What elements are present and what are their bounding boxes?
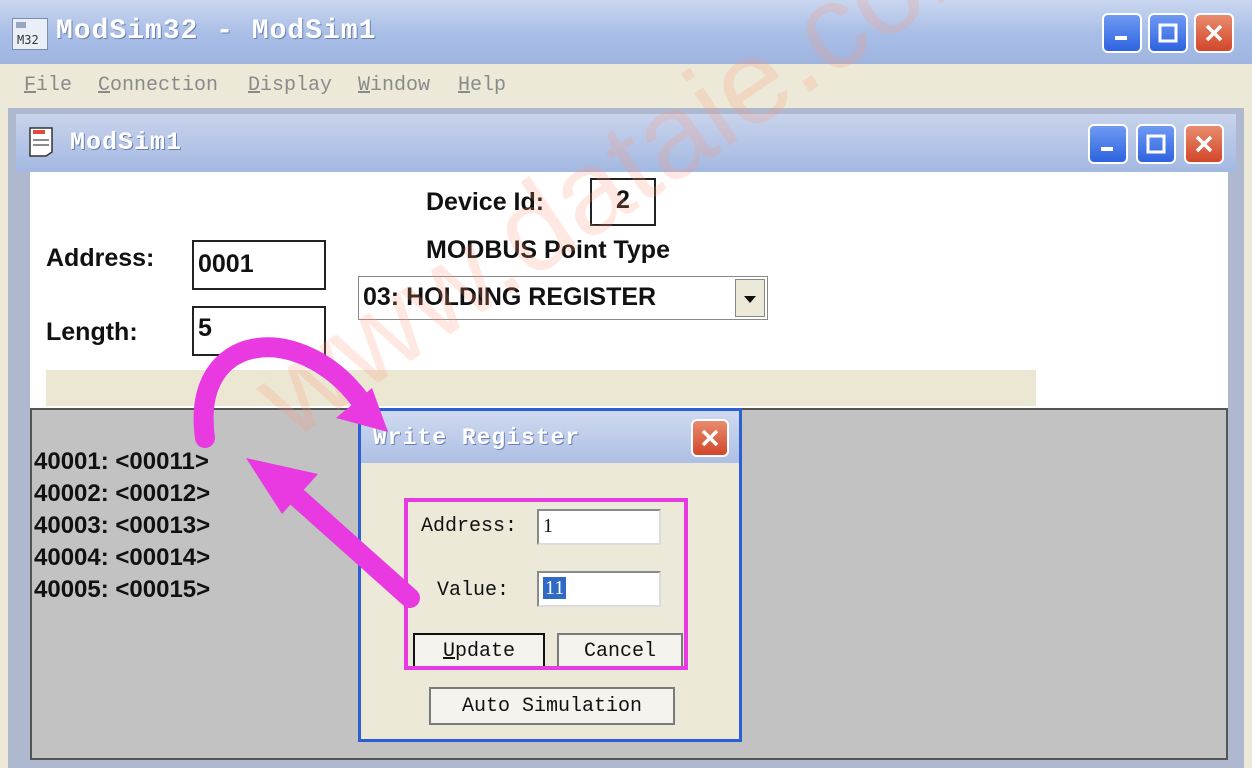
minimize-icon <box>1115 36 1127 40</box>
register-row[interactable]: 40001: <00011> <box>34 448 209 476</box>
minimize-icon <box>1101 147 1113 151</box>
minimize-button[interactable] <box>1102 13 1142 53</box>
app-title-bar[interactable]: M32 ModSim32 - ModSim1 <box>0 0 1252 64</box>
register-row[interactable]: 40005: <00015> <box>34 576 210 604</box>
highlight-box <box>404 498 688 670</box>
close-icon <box>1205 24 1223 42</box>
length-field[interactable]: 5 <box>192 306 326 356</box>
menu-display[interactable]: Display <box>248 74 332 97</box>
chevron-down-icon <box>744 296 756 303</box>
svg-text:M32: M32 <box>17 33 39 47</box>
document-icon <box>28 126 58 163</box>
dropdown-button[interactable] <box>735 279 765 317</box>
child-title-bar[interactable]: ModSim1 <box>16 114 1236 172</box>
menu-window[interactable]: Window <box>358 74 430 97</box>
dialog-title-bar[interactable]: Write Register <box>361 411 739 463</box>
point-type-label: MODBUS Point Type <box>426 236 670 264</box>
app-icon: M32 <box>12 18 48 50</box>
register-row[interactable]: 40003: <00013> <box>34 512 210 540</box>
register-row[interactable]: 40002: <00012> <box>34 480 210 508</box>
device-id-label: Device Id: <box>426 188 545 216</box>
menu-help[interactable]: Help <box>458 74 506 97</box>
close-button[interactable] <box>1194 13 1234 53</box>
point-type-value: 03: HOLDING REGISTER <box>363 283 657 311</box>
child-title: ModSim1 <box>70 128 183 157</box>
menu-file[interactable]: File <box>24 74 72 97</box>
point-type-select[interactable]: 03: HOLDING REGISTER <box>358 276 768 320</box>
maximize-icon <box>1146 134 1166 154</box>
dialog-title: Write Register <box>373 425 581 451</box>
child-minimize-button[interactable] <box>1088 124 1128 164</box>
dialog-close-button[interactable] <box>691 419 729 457</box>
status-strip <box>46 370 1036 406</box>
address-label: Address: <box>46 244 155 272</box>
register-row[interactable]: 40004: <00014> <box>34 544 210 572</box>
maximize-button[interactable] <box>1148 13 1188 53</box>
menu-connection[interactable]: Connection <box>98 74 218 97</box>
close-icon <box>701 429 719 447</box>
close-icon <box>1195 135 1213 153</box>
app-title: ModSim32 - ModSim1 <box>56 16 377 47</box>
child-close-button[interactable] <box>1184 124 1224 164</box>
child-maximize-button[interactable] <box>1136 124 1176 164</box>
maximize-icon <box>1158 23 1178 43</box>
device-id-field[interactable]: 2 <box>590 178 656 226</box>
menu-bar: File Connection Display Window Help <box>8 64 1244 109</box>
address-field[interactable]: 0001 <box>192 240 326 290</box>
auto-simulation-button[interactable]: Auto Simulation <box>429 687 675 725</box>
length-label: Length: <box>46 318 138 346</box>
